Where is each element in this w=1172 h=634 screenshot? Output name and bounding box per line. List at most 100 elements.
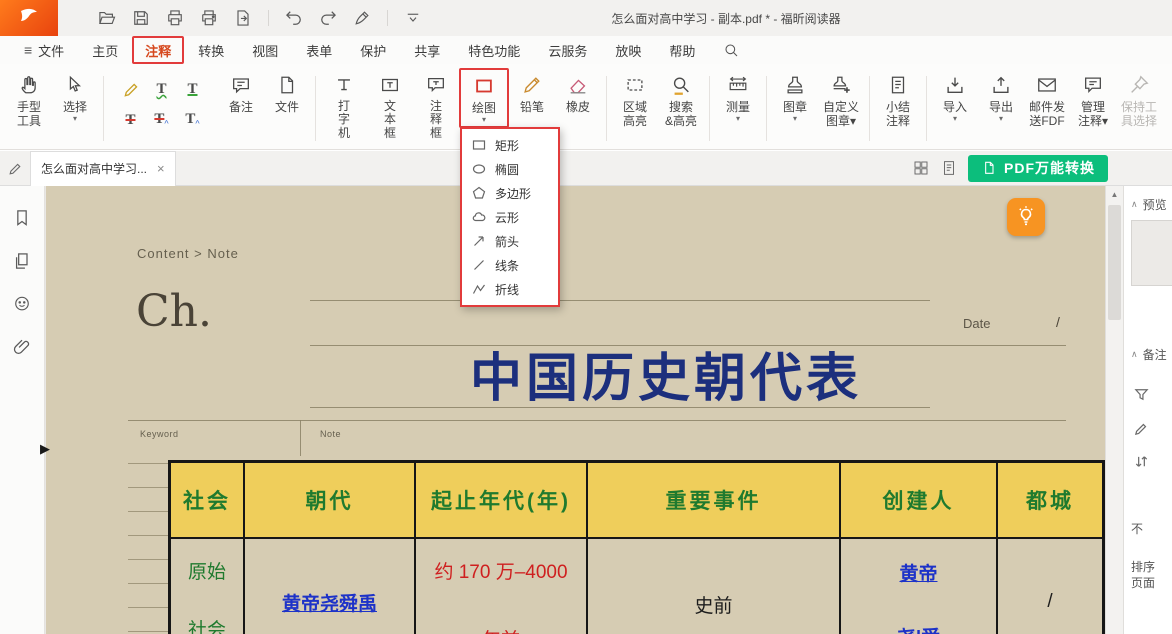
select-tool-button[interactable]: 选择 ▾ xyxy=(52,68,98,125)
ribbon-divider xyxy=(869,76,870,141)
attach-file-button[interactable]: 文件 xyxy=(264,68,310,116)
panel-text-sort[interactable]: 排序 xyxy=(1131,558,1155,575)
menu-item-line[interactable]: 线条 xyxy=(462,253,558,277)
panel-expand-handle[interactable]: ▶ xyxy=(40,442,50,455)
print-icon[interactable] xyxy=(164,7,186,29)
menu-item-cloud[interactable]: 云形 xyxy=(462,205,558,229)
custom-stamp-button[interactable]: 自定义 图章▾ xyxy=(818,68,864,130)
founder-link-2[interactable]: 尧|舜 xyxy=(841,623,996,634)
menu-file[interactable]: ≡ 文件 xyxy=(10,39,78,61)
quick-print-icon[interactable] xyxy=(198,7,220,29)
insert-text-icon[interactable]: T^ xyxy=(185,112,199,128)
tab-comment[interactable]: 注释 xyxy=(132,36,184,64)
filter-icon[interactable] xyxy=(1133,386,1151,404)
polygon-icon xyxy=(471,186,486,200)
founder-link[interactable]: 黄帝 xyxy=(841,559,996,586)
area-highlight-button[interactable]: 区域 高亮 xyxy=(612,68,658,130)
tab-help[interactable]: 帮助 xyxy=(655,39,709,61)
sign-tool-icon[interactable] xyxy=(351,7,373,29)
menu-item-arrow[interactable]: 箭头 xyxy=(462,229,558,253)
tab-convert[interactable]: 转换 xyxy=(184,39,238,61)
textbox-button[interactable]: 文本框 xyxy=(367,68,413,142)
pdf-page[interactable]: Content > Note Ch. Date / 中国历史朝代表 Keywor… xyxy=(46,186,1105,634)
scroll-up-button[interactable]: ▲ xyxy=(1106,186,1123,203)
tab-form[interactable]: 表单 xyxy=(292,39,346,61)
tab-protect[interactable]: 保护 xyxy=(346,39,400,61)
typewriter-button[interactable]: 打字机 xyxy=(321,68,367,142)
eraser-button[interactable]: 橡皮 xyxy=(555,68,601,116)
redo-icon[interactable] xyxy=(317,7,339,29)
pages-panel-icon[interactable] xyxy=(12,251,32,271)
keep-tool-selected-button[interactable]: 保持工 具选择 xyxy=(1116,68,1162,130)
tab-home[interactable]: 主页 xyxy=(78,39,132,61)
save-icon[interactable] xyxy=(130,7,152,29)
export-document-icon[interactable] xyxy=(232,7,254,29)
squiggly-underline-icon[interactable]: T xyxy=(156,82,166,97)
ruler-icon xyxy=(727,72,749,98)
tab-slideshow[interactable]: 放映 xyxy=(601,39,655,61)
underline-icon[interactable]: T xyxy=(187,82,197,97)
sort-arrows-icon[interactable] xyxy=(1133,454,1151,472)
attachment-panel-icon[interactable] xyxy=(12,337,32,357)
menu-item-ellipse[interactable]: 椭圆 xyxy=(462,157,558,181)
tip-lightbulb-button[interactable] xyxy=(1007,198,1045,236)
ruled-stub xyxy=(128,487,168,488)
ruled-stub xyxy=(128,463,168,464)
close-icon[interactable]: × xyxy=(157,162,165,175)
note-edit-icon[interactable] xyxy=(1133,420,1151,438)
eraser-icon xyxy=(567,72,589,98)
window-title: 怎么面对高中学习 - 副本.pdf * - 福昕阅读器 xyxy=(400,10,1052,27)
pencil-button[interactable]: 铅笔 xyxy=(509,68,555,116)
menu-item-rectangle[interactable]: 矩形 xyxy=(462,133,558,157)
panel-text-page[interactable]: 页面 xyxy=(1131,574,1155,591)
dashed-area-icon xyxy=(624,72,646,98)
menu-item-polyline[interactable]: 折线 xyxy=(462,277,558,301)
hand-icon xyxy=(18,72,40,98)
pdf-converter-banner[interactable]: PDF万能转换 xyxy=(968,155,1108,182)
callout-button[interactable]: 注释框 xyxy=(413,68,459,142)
customize-toolbar-icon[interactable] xyxy=(402,7,424,29)
export-comments-button[interactable]: 导出 ▾ xyxy=(978,68,1024,125)
document-tab[interactable]: 怎么面对高中学习... × xyxy=(30,151,176,186)
thumbnail-grid-icon[interactable] xyxy=(912,159,930,177)
stamp-button[interactable]: 图章 ▾ xyxy=(772,68,818,125)
note-button[interactable]: 备注 xyxy=(218,68,264,116)
comment-panel-icon[interactable] xyxy=(12,294,32,314)
header-events: 重要事件 xyxy=(588,463,841,537)
dynasty-link[interactable]: 黄帝尧舜禹 xyxy=(245,589,414,616)
typewriter-icon xyxy=(333,72,355,98)
email-fdf-button[interactable]: 邮件发 送FDF xyxy=(1024,68,1070,130)
measure-button[interactable]: 测量 ▾ xyxy=(715,68,761,125)
date-label: Date xyxy=(963,316,990,331)
drawing-button[interactable]: 绘图 ▾ 矩形 椭圆 多边形 云形 箭头 xyxy=(459,68,509,128)
hand-tool-button[interactable]: 手型 工具 xyxy=(6,68,52,130)
import-comments-button[interactable]: 导入 ▾ xyxy=(932,68,978,125)
manage-comments-button[interactable]: 管理 注释▾ xyxy=(1070,68,1116,130)
menu-item-polygon[interactable]: 多边形 xyxy=(462,181,558,205)
tab-share[interactable]: 共享 xyxy=(400,39,454,61)
replace-text-icon[interactable]: T^ xyxy=(154,112,168,128)
panel-text-opacity[interactable]: 不 xyxy=(1131,520,1143,537)
ribbon-search[interactable] xyxy=(709,39,753,61)
tab-cloud[interactable]: 云服务 xyxy=(534,39,601,61)
navigation-sidebar xyxy=(0,186,45,634)
search-highlight-button[interactable]: 搜索 &高亮 xyxy=(658,68,704,130)
page-view-icon[interactable] xyxy=(940,159,958,177)
tab-features[interactable]: 特色功能 xyxy=(454,39,534,61)
tab-view[interactable]: 视图 xyxy=(238,39,292,61)
date-value: / xyxy=(1056,314,1060,330)
foxit-logo[interactable] xyxy=(0,0,58,36)
strikeout-icon[interactable]: T xyxy=(125,113,135,128)
undo-icon[interactable] xyxy=(283,7,305,29)
highlight-icon[interactable] xyxy=(122,81,140,99)
vertical-scrollbar[interactable]: ▲ xyxy=(1105,186,1123,634)
notes-section-header[interactable]: ∧ 备注 xyxy=(1131,346,1167,363)
ruled-stub xyxy=(128,511,168,512)
bookmark-panel-icon[interactable] xyxy=(12,208,32,228)
summarize-comments-button[interactable]: 小结 注释 xyxy=(875,68,921,130)
open-folder-icon[interactable] xyxy=(96,7,118,29)
preview-section-header[interactable]: ∧ 预览 xyxy=(1131,196,1167,213)
annotate-pencil-icon[interactable] xyxy=(0,160,30,177)
scrollbar-thumb[interactable] xyxy=(1108,205,1121,320)
header-society: 社会 xyxy=(171,463,245,537)
